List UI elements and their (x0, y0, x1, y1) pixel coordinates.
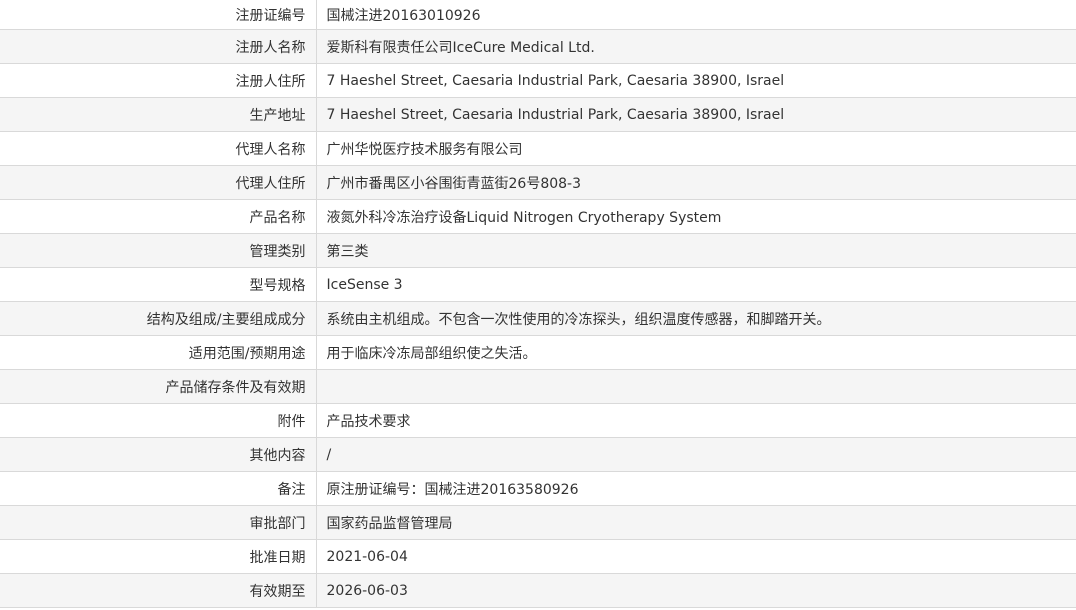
table-row-registration-number: 注册证编号 国械注进20163010926 (0, 0, 1076, 30)
field-label: 注册证编号 (0, 0, 317, 30)
table-row-registrant-name: 注册人名称 爱斯科有限责任公司IceCure Medical Ltd. (0, 29, 1076, 64)
field-value: 液氮外科冷冻治疗设备Liquid Nitrogen Cryotherapy Sy… (316, 199, 1076, 234)
table-row-remarks: 备注 原注册证编号：国械注进20163580926 (0, 471, 1076, 506)
field-label: 产品储存条件及有效期 (0, 369, 317, 404)
field-value: 2026-06-03 (316, 573, 1076, 608)
table-row-other-content: 其他内容 / (0, 437, 1076, 472)
table-row-registrant-address: 注册人住所 7 Haeshel Street, Caesaria Industr… (0, 63, 1076, 98)
field-value: 用于临床冷冻局部组织使之失活。 (316, 335, 1076, 370)
field-label: 其他内容 (0, 437, 317, 472)
field-value: 国家药品监督管理局 (316, 505, 1076, 540)
table-row-approval-department: 审批部门 国家药品监督管理局 (0, 505, 1076, 540)
field-label: 注册人名称 (0, 29, 317, 64)
field-value: 7 Haeshel Street, Caesaria Industrial Pa… (316, 63, 1076, 98)
field-value: 2021-06-04 (316, 539, 1076, 574)
field-label: 型号规格 (0, 267, 317, 302)
field-value: IceSense 3 (316, 267, 1076, 302)
field-value (316, 369, 1076, 404)
table-row-intended-use: 适用范围/预期用途 用于临床冷冻局部组织使之失活。 (0, 335, 1076, 370)
table-row-product-name: 产品名称 液氮外科冷冻治疗设备Liquid Nitrogen Cryothera… (0, 199, 1076, 234)
field-label: 代理人名称 (0, 131, 317, 166)
field-value: 产品技术要求 (316, 403, 1076, 438)
field-value: 原注册证编号：国械注进20163580926 (316, 471, 1076, 506)
field-label: 产品名称 (0, 199, 317, 234)
table-row-management-category: 管理类别 第三类 (0, 233, 1076, 268)
field-value: 国械注进20163010926 (316, 0, 1076, 30)
field-label: 有效期至 (0, 573, 317, 608)
table-row-model-specification: 型号规格 IceSense 3 (0, 267, 1076, 302)
field-value: 广州市番禺区小谷围街青蓝街26号808-3 (316, 165, 1076, 200)
table-row-valid-until: 有效期至 2026-06-03 (0, 573, 1076, 608)
field-label: 批准日期 (0, 539, 317, 574)
field-label: 审批部门 (0, 505, 317, 540)
table-row-production-address: 生产地址 7 Haeshel Street, Caesaria Industri… (0, 97, 1076, 132)
field-value: / (316, 437, 1076, 472)
field-label: 管理类别 (0, 233, 317, 268)
field-value: 第三类 (316, 233, 1076, 268)
table-row-agent-name: 代理人名称 广州华悦医疗技术服务有限公司 (0, 131, 1076, 166)
field-value: 爱斯科有限责任公司IceCure Medical Ltd. (316, 29, 1076, 64)
field-label: 生产地址 (0, 97, 317, 132)
field-label: 注册人住所 (0, 63, 317, 98)
field-label: 适用范围/预期用途 (0, 335, 317, 370)
field-label: 结构及组成/主要组成成分 (0, 301, 317, 336)
field-label: 附件 (0, 403, 317, 438)
table-row-storage-conditions: 产品储存条件及有效期 (0, 369, 1076, 404)
field-label: 代理人住所 (0, 165, 317, 200)
table-row-approval-date: 批准日期 2021-06-04 (0, 539, 1076, 574)
field-value: 广州华悦医疗技术服务有限公司 (316, 131, 1076, 166)
field-label: 备注 (0, 471, 317, 506)
table-row-attachment: 附件 产品技术要求 (0, 403, 1076, 438)
table-row-agent-address: 代理人住所 广州市番禺区小谷围街青蓝街26号808-3 (0, 165, 1076, 200)
table-row-structure-composition: 结构及组成/主要组成成分 系统由主机组成。不包含一次性使用的冷冻探头，组织温度传… (0, 301, 1076, 336)
field-value: 系统由主机组成。不包含一次性使用的冷冻探头，组织温度传感器，和脚踏开关。 (316, 301, 1076, 336)
field-value: 7 Haeshel Street, Caesaria Industrial Pa… (316, 97, 1076, 132)
registration-detail-table: 注册证编号 国械注进20163010926 注册人名称 爱斯科有限责任公司Ice… (0, 0, 1076, 608)
